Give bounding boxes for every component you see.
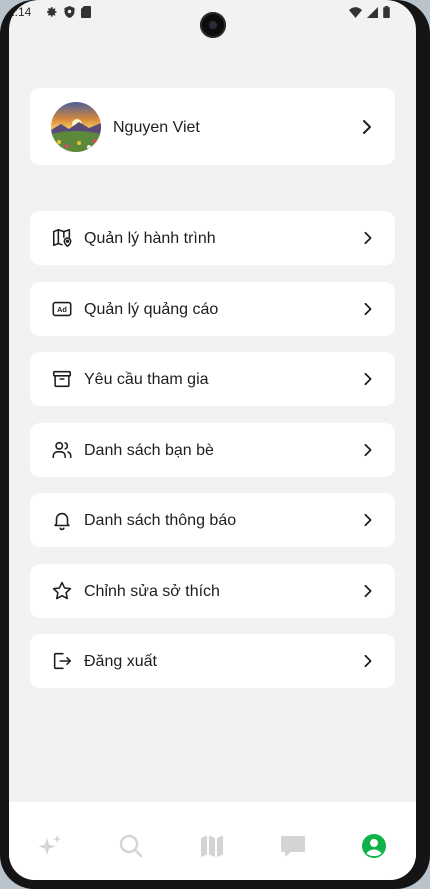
avatar (51, 102, 101, 152)
ad-icon: Ad (52, 301, 72, 317)
menu-item-friend-list[interactable]: Danh sách bạn bè (30, 423, 395, 477)
chat-icon[interactable] (279, 832, 307, 860)
menu-item-logout[interactable]: Đăng xuất (30, 634, 395, 688)
chevron-right-icon (363, 120, 371, 134)
bottom-navigation (9, 802, 416, 880)
menu-label: Quản lý quảng cáo (84, 301, 219, 318)
device-frame: 2:14 Nguyen Viet Quản lý hành trình Ad Q… (0, 0, 430, 889)
menu-label: Chỉnh sửa sở thích (84, 583, 220, 600)
menu-item-join-requests[interactable]: Yêu cầu tham gia (30, 352, 395, 406)
chevron-right-icon (364, 654, 372, 668)
menu-label: Quản lý hành trình (84, 230, 216, 247)
chevron-right-icon (364, 372, 372, 386)
menu-item-edit-interests[interactable]: Chỉnh sửa sở thích (30, 564, 395, 618)
wifi-icon (349, 6, 362, 18)
battery-icon (383, 6, 390, 18)
menu-item-notification-list[interactable]: Danh sách thông báo (30, 493, 395, 547)
gear-icon (47, 7, 57, 17)
users-icon (52, 441, 72, 459)
shield-icon (64, 6, 75, 18)
menu-label: Danh sách thông báo (84, 512, 237, 529)
map-pin-icon (52, 228, 72, 248)
archive-icon (52, 370, 72, 388)
bell-icon (54, 512, 70, 531)
profile-icon[interactable] (360, 832, 388, 860)
profile-card[interactable]: Nguyen Viet (30, 88, 395, 165)
menu-label: Đăng xuất (84, 653, 157, 670)
signal-icon (367, 6, 378, 18)
logout-icon (53, 652, 72, 670)
app-screen: 2:14 Nguyen Viet Quản lý hành trình Ad Q… (9, 0, 416, 880)
status-bar: 2:14 (9, 0, 416, 38)
chevron-right-icon (364, 302, 372, 316)
menu-item-ad-management[interactable]: Ad Quản lý quảng cáo (30, 282, 395, 336)
search-icon[interactable] (117, 832, 145, 860)
sd-card-icon (81, 6, 91, 18)
menu-label: Danh sách bạn bè (84, 442, 214, 459)
chevron-right-icon (364, 443, 372, 457)
profile-name: Nguyen Viet (113, 119, 200, 136)
sparkles-icon[interactable] (36, 832, 64, 860)
map-icon[interactable] (198, 832, 226, 860)
front-camera (200, 12, 226, 38)
chevron-right-icon (364, 513, 372, 527)
svg-text:Ad: Ad (57, 305, 67, 314)
chevron-right-icon (364, 584, 372, 598)
star-icon (52, 581, 72, 600)
menu-label: Yêu cầu tham gia (84, 371, 209, 388)
menu-item-trip-management[interactable]: Quản lý hành trình (30, 211, 395, 265)
chevron-right-icon (364, 231, 372, 245)
status-time: 2:14 (9, 5, 32, 19)
